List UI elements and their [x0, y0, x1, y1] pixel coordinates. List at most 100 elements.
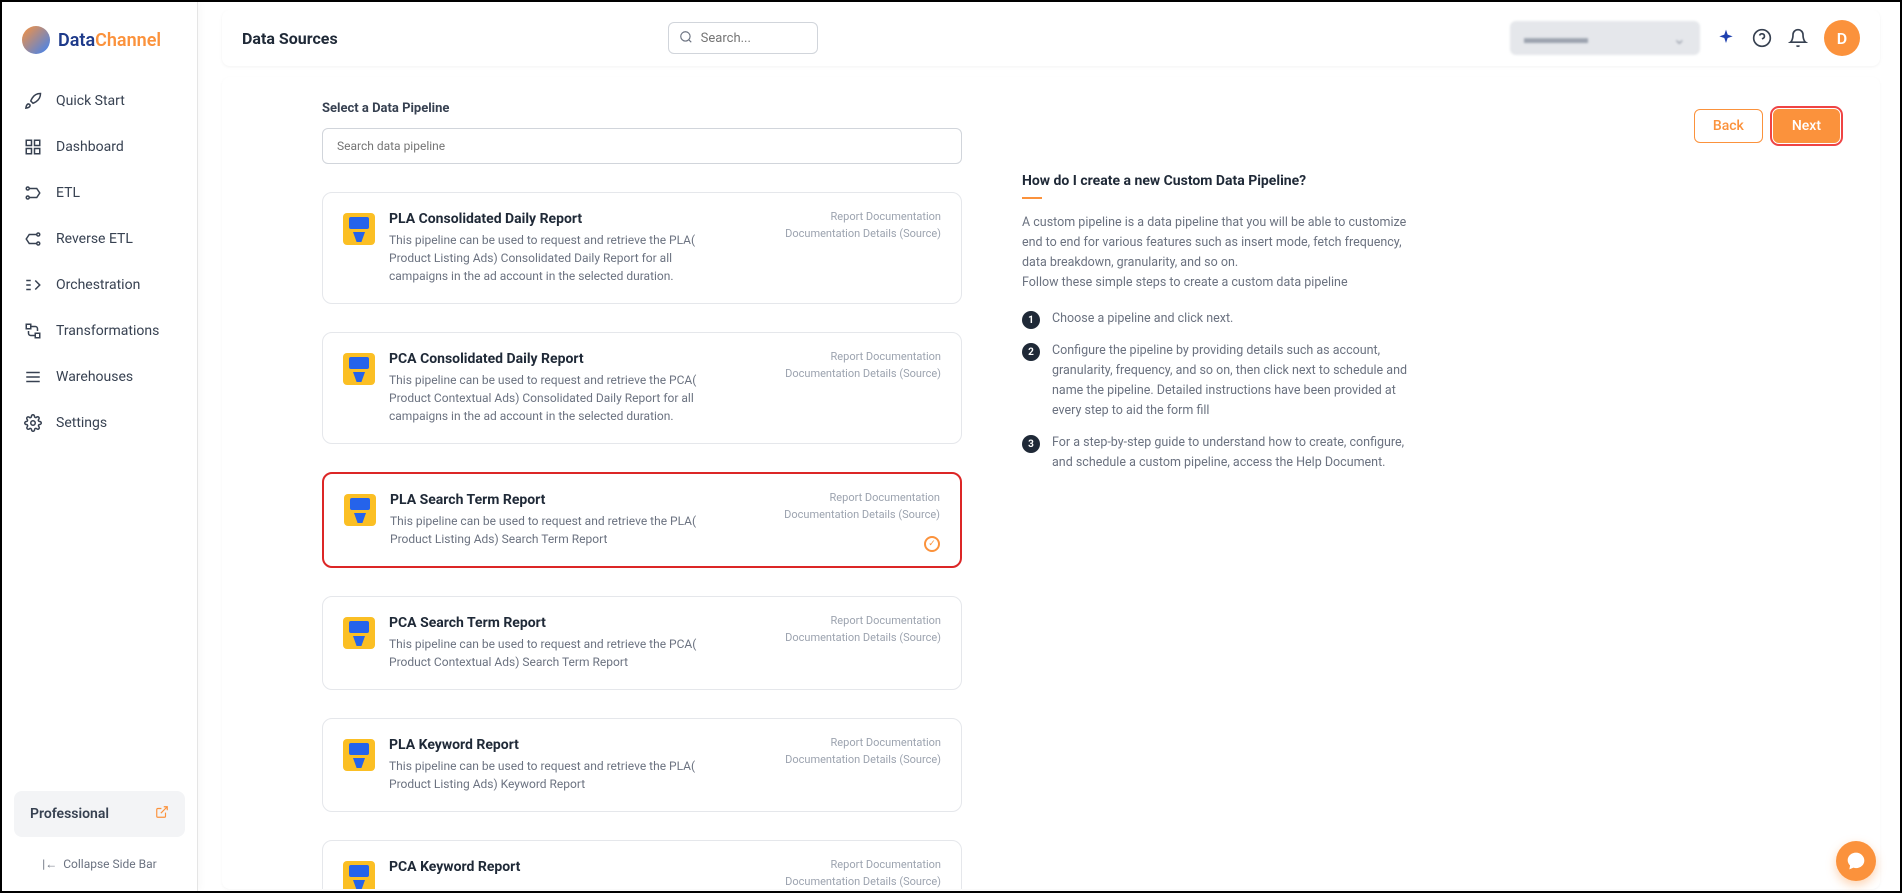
nav-label: Dashboard [56, 139, 124, 155]
step-text: For a step-by-step guide to understand h… [1052, 433, 1422, 473]
help-step: 3 For a step-by-step guide to understand… [1022, 433, 1422, 473]
card-title: PLA Consolidated Daily Report [389, 211, 709, 227]
nav-reverse-etl[interactable]: Reverse ETL [10, 216, 189, 262]
pipeline-card-selected[interactable]: PLA Search Term Report This pipeline can… [322, 472, 962, 568]
nav-settings[interactable]: Settings [10, 400, 189, 446]
next-button[interactable]: Next [1773, 109, 1840, 143]
step-text: Choose a pipeline and click next. [1052, 309, 1233, 329]
doc-details-link[interactable]: Documentation Details (Source) [785, 366, 941, 383]
main-content: Back Next Select a Data Pipeline PLA Con… [222, 77, 1880, 889]
logo-icon [22, 26, 50, 54]
doc-details-link[interactable]: Documentation Details (Source) [785, 874, 941, 890]
pipeline-card[interactable]: PLA Consolidated Daily Report This pipel… [322, 192, 962, 304]
flipkart-icon [343, 739, 375, 771]
nav-label: Transformations [56, 323, 159, 339]
flipkart-icon [343, 861, 375, 889]
external-link-icon [155, 805, 169, 823]
flipkart-icon [343, 617, 375, 649]
plan-badge[interactable]: Professional [14, 791, 185, 837]
plan-label: Professional [30, 806, 109, 822]
reverse-etl-icon [24, 230, 42, 248]
flipkart-icon [344, 494, 376, 526]
nav-etl[interactable]: ETL [10, 170, 189, 216]
doc-details-link[interactable]: Documentation Details (Source) [785, 630, 941, 647]
bell-icon[interactable] [1788, 28, 1808, 48]
page-title: Data Sources [242, 29, 338, 48]
nav-quick-start[interactable]: Quick Start [10, 78, 189, 124]
card-desc: This pipeline can be used to request and… [389, 371, 709, 425]
doc-details-link[interactable]: Documentation Details (Source) [785, 752, 941, 769]
section-label: Select a Data Pipeline [322, 101, 962, 116]
report-doc-link[interactable]: Report Documentation [785, 735, 941, 752]
pipeline-card[interactable]: PCA Keyword Report Report Documentation … [322, 840, 962, 889]
help-icon[interactable] [1752, 28, 1772, 48]
nav-label: Reverse ETL [56, 231, 133, 247]
card-links: Report Documentation Documentation Detai… [785, 613, 941, 646]
card-links: Report Documentation Documentation Detai… [785, 209, 941, 242]
card-desc: This pipeline can be used to request and… [389, 231, 709, 285]
card-links: Report Documentation Documentation Detai… [785, 735, 941, 768]
flipkart-icon [343, 213, 375, 245]
card-desc: This pipeline can be used to request and… [389, 757, 709, 793]
orchestration-icon [24, 276, 42, 294]
collapse-sidebar-button[interactable]: |← Collapse Side Bar [14, 857, 185, 871]
flipkart-icon [343, 353, 375, 385]
help-divider [1022, 197, 1042, 199]
chat-icon [1846, 851, 1866, 871]
topbar: Data Sources ▬▬▬▬ ⌄ D [222, 10, 1880, 66]
card-title: PLA Keyword Report [389, 737, 709, 753]
gear-icon [24, 414, 42, 432]
nav-label: ETL [56, 185, 80, 201]
top-search[interactable] [668, 22, 818, 54]
doc-details-link[interactable]: Documentation Details (Source) [785, 226, 941, 243]
nav-label: Orchestration [56, 277, 140, 293]
pipeline-search-input[interactable] [322, 128, 962, 164]
nav: Quick Start Dashboard ETL Reverse ETL Or… [2, 78, 197, 446]
pipeline-card[interactable]: PCA Search Term Report This pipeline can… [322, 596, 962, 690]
ai-sparkle-icon[interactable] [1716, 28, 1736, 48]
report-doc-link[interactable]: Report Documentation [785, 349, 941, 366]
nav-label: Warehouses [56, 369, 133, 385]
report-doc-link[interactable]: Report Documentation [785, 857, 941, 874]
nav-label: Settings [56, 415, 107, 431]
transformations-icon [24, 322, 42, 340]
nav-transformations[interactable]: Transformations [10, 308, 189, 354]
pipeline-card[interactable]: PCA Consolidated Daily Report This pipel… [322, 332, 962, 444]
report-doc-link[interactable]: Report Documentation [784, 490, 940, 507]
etl-icon [24, 184, 42, 202]
action-buttons: Back Next [1694, 109, 1840, 143]
collapse-label: Collapse Side Bar [63, 857, 157, 871]
topbar-right: ▬▬▬▬ ⌄ D [1510, 20, 1860, 56]
step-number: 3 [1022, 435, 1040, 453]
sidebar: DataChannel Quick Start Dashboard ETL Re… [2, 2, 198, 891]
sidebar-bottom: Professional |← Collapse Side Bar [2, 791, 197, 871]
chat-fab[interactable] [1836, 841, 1876, 881]
warehouses-icon [24, 368, 42, 386]
nav-warehouses[interactable]: Warehouses [10, 354, 189, 400]
card-desc: This pipeline can be used to request and… [389, 635, 709, 671]
back-button[interactable]: Back [1694, 109, 1763, 143]
pipeline-card[interactable]: PLA Keyword Report This pipeline can be … [322, 718, 962, 812]
card-title: PLA Search Term Report [390, 492, 710, 508]
nav-dashboard[interactable]: Dashboard [10, 124, 189, 170]
help-step: 2 Configure the pipeline by providing de… [1022, 341, 1422, 421]
card-title: PCA Consolidated Daily Report [389, 351, 709, 367]
nav-label: Quick Start [56, 93, 125, 109]
card-title: PCA Keyword Report [389, 859, 709, 875]
collapse-icon: |← [42, 857, 57, 871]
nav-orchestration[interactable]: Orchestration [10, 262, 189, 308]
check-icon: ✓ [924, 536, 940, 552]
step-number: 1 [1022, 311, 1040, 329]
logo[interactable]: DataChannel [2, 2, 197, 78]
doc-details-link[interactable]: Documentation Details (Source) [784, 507, 940, 524]
report-doc-link[interactable]: Report Documentation [785, 613, 941, 630]
avatar[interactable]: D [1824, 20, 1860, 56]
top-search-input[interactable] [701, 31, 807, 46]
card-links: Report Documentation Documentation Detai… [784, 490, 940, 523]
report-doc-link[interactable]: Report Documentation [785, 209, 941, 226]
step-number: 2 [1022, 343, 1040, 361]
card-title: PCA Search Term Report [389, 615, 709, 631]
workspace-selector[interactable]: ▬▬▬▬ ⌄ [1510, 21, 1700, 55]
help-steps: 1 Choose a pipeline and click next. 2 Co… [1022, 309, 1422, 473]
grid-icon [24, 138, 42, 156]
